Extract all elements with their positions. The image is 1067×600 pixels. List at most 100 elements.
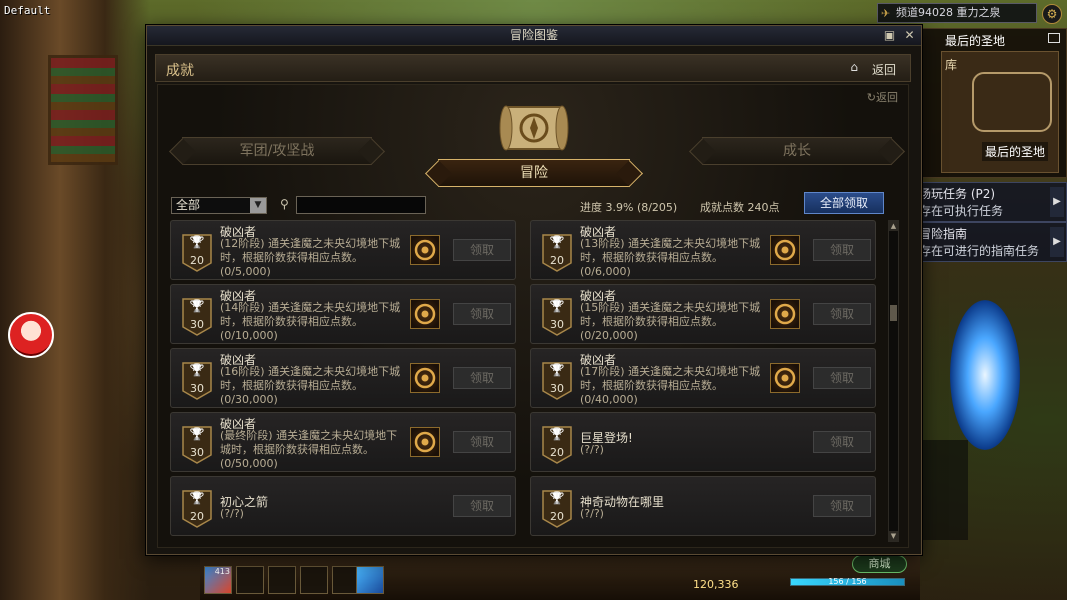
claim-button[interactable]: 领取 [453,431,511,453]
trophy-badge: 🏆 20 [541,233,573,273]
claim-button[interactable]: 领取 [453,303,511,325]
shop-button[interactable]: 商城 [852,555,907,573]
trophy-icon: 🏆 [189,235,205,249]
reward-emblem-icon[interactable] [410,235,440,265]
window-title: 冒险图鉴 [509,28,558,42]
minimap-location: 最后的圣地 [982,142,1049,161]
minimap-title: 最后的圣地 [945,34,1006,48]
scroll-up-icon[interactable]: ▲ [889,221,898,231]
trophy-badge: 🏆 30 [181,361,213,401]
achievement-points: 20 [550,254,564,267]
chevron-down-icon[interactable]: ▼ [250,198,266,213]
trophy-badge: 🏆 20 [541,425,573,465]
minimap-body[interactable]: 库 最后的圣地 [941,51,1059,173]
section-header: 成就 ⌂ 返回 [155,54,911,82]
claim-button[interactable]: 领取 [453,367,511,389]
tab-growth[interactable]: 成长 [702,137,892,165]
channel-indicator[interactable]: ✈ 频道94028 重力之泉 [877,3,1037,23]
skill-slot[interactable] [356,566,384,594]
settings-round-button[interactable]: ⚙ [1042,4,1062,24]
trophy-icon: 🏆 [549,299,565,313]
chevron-right-icon[interactable]: ▶ [1050,227,1064,257]
reward-emblem-icon[interactable] [770,299,800,329]
skill-slot[interactable]: 413 [204,566,232,594]
claim-all-button[interactable]: 全部领取 [804,192,884,214]
reward-emblem-icon[interactable] [410,427,440,457]
close-icon[interactable]: ✕ [902,28,917,43]
quest-panel-1[interactable]: 场玩任务 (P2) 存在可执行任务 ▶ [918,182,1067,222]
reward-emblem-icon[interactable] [410,363,440,393]
claim-button[interactable]: 领取 [813,367,871,389]
trophy-icon: 🏆 [189,363,205,377]
character-avatar[interactable] [8,312,54,358]
window-pin-icon[interactable]: ▣ [882,28,897,43]
achievement-scrollbar[interactable]: ▲ ▼ [888,220,899,542]
sub-back-button[interactable]: ↻返回 [867,89,898,105]
claim-button[interactable]: 领取 [453,239,511,261]
scroll-down-icon[interactable]: ▼ [889,531,898,541]
quest-subtitle: 存在可执行任务 [919,204,1004,218]
achievement-description: (?/?) [220,507,244,520]
chevron-right-icon[interactable]: ▶ [1050,187,1064,217]
achievement-points: 20 [190,254,204,267]
quest-panel-2[interactable]: 冒险指南 存在可进行的指南任务 ▶ [918,222,1067,262]
tab-adventure[interactable]: 冒险 [438,159,630,187]
achievement-panel: ↻返回 军团/攻坚战 冒险 成长 全部 ▼ ⚲ 进度 3.9% (8/205) … [157,84,909,548]
reward-emblem-icon[interactable] [770,235,800,265]
reward-emblem-icon[interactable] [410,299,440,329]
claim-button[interactable]: 领取 [453,495,511,517]
trophy-badge: 🏆 30 [181,425,213,465]
window-titlebar[interactable]: 冒险图鉴 ▣ ✕ [147,26,921,46]
quest-title: 场玩任务 (P2) [919,187,996,201]
claim-button[interactable]: 领取 [813,495,871,517]
category-filter-select[interactable]: 全部 ▼ [171,197,267,214]
minimap[interactable]: 最后的圣地 库 最后的圣地 [918,28,1067,178]
search-input[interactable] [296,196,426,214]
achievement-card: 🏆 20 神奇动物在哪里 (?/?) 领取 [530,476,876,536]
achievement-card: 🏆 30 破凶者 (15阶段) 通关逢魔之未央幻境地下城时，根据阶数获得相应点数。 (0… [530,284,876,344]
achievement-points: 30 [190,318,204,331]
achievement-card: 🏆 20 破凶者 (12阶段) 通关逢魔之未央幻境地下城时，根据阶数获得相应点数。 (0… [170,220,516,280]
hp-text: 156 / 156 [828,577,867,586]
scroll-thumb[interactable] [890,305,897,321]
search-icon: ⚲ [280,197,289,211]
trophy-icon: 🏆 [189,299,205,313]
skill-slot[interactable] [268,566,296,594]
back-button[interactable]: 返回 [872,61,896,78]
achievement-points: 20 [550,446,564,459]
achievement-description: (12阶段) 通关逢魔之未央幻境地下城时，根据阶数获得相应点数。 [220,237,401,264]
claim-button[interactable]: 领取 [813,303,871,325]
achievement-card: 🏆 30 破凶者 (14阶段) 通关逢魔之未央幻境地下城时，根据阶数获得相应点数。 (0… [170,284,516,344]
achievement-card: 🏆 20 巨星登场! (?/?) 领取 [530,412,876,472]
achievement-description: (最终阶段) 通关逢魔之未央幻境地下城时，根据阶数获得相应点数。 [220,429,398,456]
achievement-description: (13阶段) 通关逢魔之未央幻境地下城时，根据阶数获得相应点数。 [580,237,761,264]
quest-subtitle: 存在可进行的指南任务 [919,244,1040,258]
achievement-card: 🏆 30 破凶者 (17阶段) 通关逢魔之未央幻境地下城时，根据阶数获得相应点数。 (0… [530,348,876,408]
tab-legion[interactable]: 军团/攻坚战 [182,137,372,165]
claim-button[interactable]: 领取 [813,239,871,261]
reward-emblem-icon[interactable] [770,363,800,393]
home-icon[interactable]: ⌂ [850,60,858,74]
bookshelf [48,55,118,165]
trophy-icon: 🏆 [549,235,565,249]
achievement-points: 30 [190,382,204,395]
achievement-grid: 🏆 20 破凶者 (12阶段) 通关逢魔之未央幻境地下城时，根据阶数获得相应点数。 (0… [170,220,880,540]
trophy-badge: 🏆 20 [181,489,213,529]
trophy-icon: 🏆 [189,427,205,441]
skill-slot[interactable] [300,566,328,594]
achievement-points-text: 成就点数 240点 [700,201,780,214]
achievement-progress: (0/5,000) [220,265,271,278]
trophy-badge: 🏆 20 [541,489,573,529]
achievement-points: 20 [550,510,564,523]
achievement-card: 🏆 30 破凶者 (最终阶段) 通关逢魔之未央幻境地下城时，根据阶数获得相应点数。 (0… [170,412,516,472]
claim-button[interactable]: 领取 [813,431,871,453]
achievement-card: 🏆 20 初心之箭 (?/?) 领取 [170,476,516,536]
achievement-card: 🏆 30 破凶者 (16阶段) 通关逢魔之未央幻境地下城时，根据阶数获得相应点数。 (0… [170,348,516,408]
trophy-icon: 🏆 [549,363,565,377]
skill-slot[interactable] [236,566,264,594]
minimize-icon[interactable] [1048,33,1060,43]
hud-shortcut-icons[interactable] [918,440,968,540]
trophy-badge: 🏆 30 [541,361,573,401]
achievement-progress: (0/50,000) [220,457,278,470]
achievement-progress: (0/6,000) [580,265,631,278]
